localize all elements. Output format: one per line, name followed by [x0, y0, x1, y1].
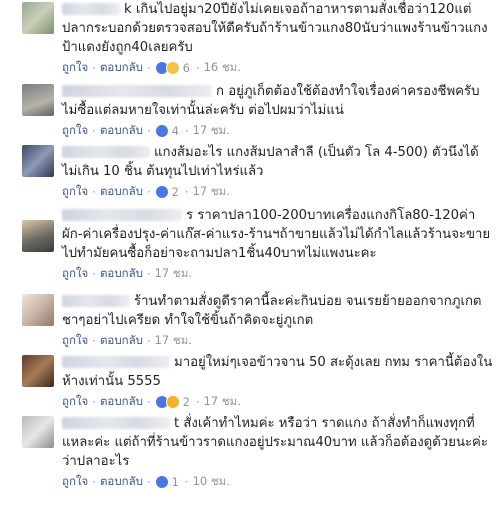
- separator: ·: [92, 61, 96, 75]
- avatar[interactable]: [22, 145, 54, 177]
- separator: ·: [146, 185, 151, 199]
- like-icon: [154, 124, 169, 138]
- comment-actions: ถูกใจ · ตอบกลับ · 1 · 10 ชม.: [62, 473, 493, 491]
- like-button[interactable]: ถูกใจ: [62, 332, 88, 350]
- reaction-count[interactable]: 2: [183, 395, 190, 409]
- comment-time[interactable]: 17 ชม.: [193, 183, 230, 201]
- reactions[interactable]: [154, 185, 169, 199]
- like-button[interactable]: ถูกใจ: [62, 473, 88, 491]
- commenter-name-redacted[interactable]: [62, 209, 182, 221]
- reaction-count[interactable]: 6: [183, 61, 190, 75]
- reply-button[interactable]: ตอบกลับ: [100, 59, 143, 77]
- commenter-name-redacted[interactable]: [62, 417, 170, 429]
- reply-button[interactable]: ตอบกลับ: [100, 473, 143, 491]
- separator: ·: [146, 334, 151, 348]
- avatar[interactable]: [22, 416, 54, 448]
- like-icon: [154, 185, 169, 199]
- reactions[interactable]: [154, 475, 169, 489]
- sad-icon: [165, 61, 180, 75]
- commenter-name-redacted[interactable]: [62, 85, 212, 97]
- separator: ·: [146, 61, 151, 75]
- avatar[interactable]: [22, 355, 54, 387]
- comment-time[interactable]: 10 ชม.: [193, 473, 230, 491]
- separator: ·: [92, 395, 96, 409]
- separator: ·: [195, 61, 200, 75]
- like-icon: [154, 475, 169, 489]
- reactions[interactable]: [154, 395, 180, 409]
- separator: ·: [184, 124, 189, 138]
- separator: ·: [92, 124, 96, 138]
- avatar[interactable]: [22, 84, 54, 116]
- commenter-name-redacted[interactable]: [62, 146, 150, 158]
- comment-time[interactable]: 16 ชม.: [204, 59, 241, 77]
- separator: ·: [184, 185, 189, 199]
- reply-button[interactable]: ตอบกลับ: [100, 393, 143, 411]
- separator: ·: [146, 475, 151, 489]
- avatar[interactable]: [22, 294, 54, 326]
- separator: ·: [92, 267, 96, 281]
- like-button[interactable]: ถูกใจ: [62, 265, 88, 283]
- commenter-name-redacted[interactable]: [62, 295, 130, 307]
- comment-actions: ถูกใจ · ตอบกลับ · 4 · 17 ชม.: [62, 122, 493, 140]
- reaction-count[interactable]: 1: [172, 475, 179, 489]
- like-button[interactable]: ถูกใจ: [62, 393, 88, 411]
- reaction-count[interactable]: 2: [172, 185, 179, 199]
- haha-icon: [165, 395, 180, 409]
- comment-actions: ถูกใจ · ตอบกลับ · 6 · 16 ชม.: [62, 59, 493, 77]
- comment-time[interactable]: 17 ชม.: [193, 122, 230, 140]
- separator: ·: [92, 185, 96, 199]
- reply-button[interactable]: ตอบกลับ: [100, 122, 143, 140]
- reply-button[interactable]: ตอบกลับ: [100, 183, 143, 201]
- comment-time[interactable]: 17 ชม.: [155, 332, 192, 350]
- separator: ·: [146, 395, 151, 409]
- comment-time[interactable]: 17 ชม.: [155, 265, 192, 283]
- reactions[interactable]: [154, 124, 169, 138]
- separator: ·: [146, 267, 151, 281]
- like-button[interactable]: ถูกใจ: [62, 122, 88, 140]
- separator: ·: [92, 334, 96, 348]
- comment-actions: ถูกใจ · ตอบกลับ · 17 ชม.: [62, 265, 493, 283]
- avatar[interactable]: [22, 2, 54, 34]
- avatar[interactable]: [22, 220, 54, 252]
- separator: ·: [195, 395, 200, 409]
- commenter-name-fragment[interactable]: t: [174, 416, 179, 431]
- commenter-name-redacted[interactable]: [62, 356, 170, 368]
- separator: ·: [146, 124, 151, 138]
- separator: ·: [184, 475, 189, 489]
- reply-button[interactable]: ตอบกลับ: [100, 265, 143, 283]
- commenter-name-fragment[interactable]: ก: [216, 84, 224, 99]
- comment-feed: k เกินไปอยู่มา20ปียังไม่เคยเจอถ้าอาหารตา…: [0, 0, 499, 511]
- like-button[interactable]: ถูกใจ: [62, 59, 88, 77]
- comment-actions: ถูกใจ · ตอบกลับ · 2 · 17 ชม.: [62, 183, 493, 201]
- reply-button[interactable]: ตอบกลับ: [100, 332, 143, 350]
- commenter-name-fragment[interactable]: ร: [186, 208, 193, 223]
- comment-actions: ถูกใจ · ตอบกลับ · 17 ชม.: [62, 332, 493, 350]
- reactions[interactable]: [154, 61, 180, 75]
- commenter-name-redacted[interactable]: [62, 3, 120, 15]
- like-button[interactable]: ถูกใจ: [62, 183, 88, 201]
- reaction-count[interactable]: 4: [172, 124, 179, 138]
- commenter-name-fragment[interactable]: k: [124, 2, 132, 17]
- comment-time[interactable]: 17 ชม.: [204, 393, 241, 411]
- separator: ·: [92, 475, 96, 489]
- comment-actions: ถูกใจ · ตอบกลับ · 2 · 17 ชม.: [62, 393, 493, 411]
